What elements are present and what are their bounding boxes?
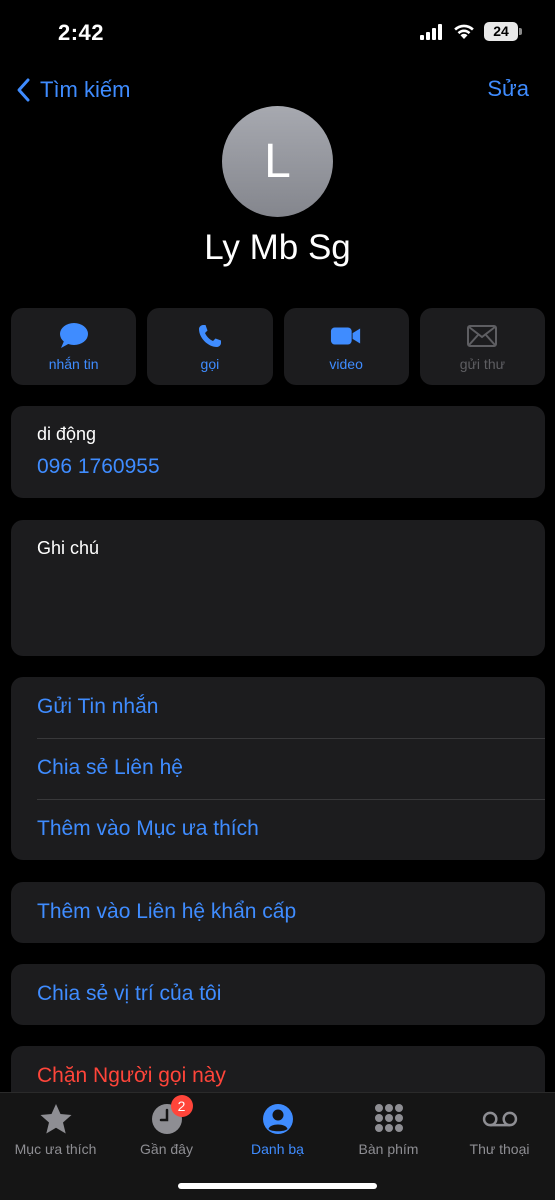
tab-recents-label: Gần đây	[140, 1141, 193, 1157]
add-emergency-contact-button[interactable]: Thêm vào Liên hệ khẩn cấp	[11, 882, 545, 943]
add-emergency-label: Thêm vào Liên hệ khẩn cấp	[37, 900, 297, 923]
tab-keypad[interactable]: Bàn phím	[333, 1101, 444, 1165]
cellular-signal-icon	[420, 24, 442, 40]
battery-indicator: 24	[484, 22, 518, 41]
tab-recents[interactable]: 2 Gần đây	[111, 1095, 222, 1165]
tab-voicemail[interactable]: Thư thoại	[444, 1101, 555, 1165]
avatar: L	[222, 106, 333, 217]
battery-tip	[519, 28, 522, 35]
phone-icon	[194, 322, 226, 350]
share-location-button[interactable]: Chia sẻ vị trí của tôi	[11, 964, 545, 1025]
video-icon	[330, 322, 362, 350]
recents-badge: 2	[170, 1095, 193, 1117]
add-favorite-label: Thêm vào Mục ưa thích	[37, 817, 259, 840]
block-caller-label: Chặn Người gọi này	[37, 1064, 226, 1087]
message-icon	[58, 322, 90, 350]
tab-contacts[interactable]: Danh bạ	[222, 1101, 333, 1165]
keypad-icon	[371, 1101, 407, 1137]
message-label: nhắn tin	[48, 355, 99, 372]
home-indicator	[178, 1183, 377, 1189]
action-buttons: nhắn tin gọi video gửi thư	[11, 308, 545, 385]
send-message-button[interactable]: Gửi Tin nhắn	[11, 677, 545, 738]
call-button[interactable]: gọi	[147, 308, 273, 385]
tab-voicemail-label: Thư thoại	[469, 1141, 530, 1157]
send-message-label: Gửi Tin nhắn	[37, 695, 159, 718]
share-contact-button[interactable]: Chia sẻ Liên hệ	[11, 738, 545, 799]
chevron-left-icon	[17, 78, 30, 102]
back-label: Tìm kiếm	[40, 77, 131, 102]
video-button[interactable]: video	[283, 308, 409, 385]
share-contact-label: Chia sẻ Liên hệ	[37, 756, 183, 779]
tab-favorites[interactable]: Mục ưa thích	[0, 1101, 111, 1165]
add-favorite-button[interactable]: Thêm vào Mục ưa thích	[11, 799, 545, 860]
share-location-label: Chia sẻ vị trí của tôi	[37, 982, 222, 1005]
tab-contacts-label: Danh bạ	[251, 1141, 304, 1157]
call-label: gọi	[200, 355, 220, 372]
wifi-icon	[454, 24, 474, 39]
back-button[interactable]: Tìm kiếm	[14, 74, 130, 106]
star-icon	[38, 1101, 74, 1137]
status-time: 2:42	[58, 20, 105, 45]
phone-type-label: di động	[37, 424, 97, 444]
voicemail-icon	[482, 1101, 518, 1137]
edit-button[interactable]: Sửa	[487, 76, 529, 102]
video-label: video	[329, 355, 363, 372]
clock-icon: 2	[149, 1095, 193, 1137]
person-circle-icon	[260, 1101, 296, 1137]
phone-card: di động 096 1760955	[11, 406, 545, 498]
avatar-initial: L	[264, 135, 291, 188]
mail-icon	[466, 322, 498, 350]
contact-name: Ly Mb Sg	[204, 228, 351, 267]
notes-field[interactable]: Ghi chú	[11, 520, 545, 656]
mail-label: gửi thư	[459, 355, 505, 372]
tab-keypad-label: Bàn phím	[358, 1141, 419, 1157]
message-button[interactable]: nhắn tin	[11, 308, 137, 385]
mail-button[interactable]: gửi thư	[419, 308, 545, 385]
options-card: Gửi Tin nhắn Chia sẻ Liên hệ Thêm vào Mụ…	[11, 677, 545, 860]
notes-label: Ghi chú	[37, 538, 100, 558]
status-bar: 2:42 24	[0, 0, 555, 64]
phone-number-link[interactable]: 096 1760955	[37, 455, 160, 479]
tab-favorites-label: Mục ưa thích	[14, 1141, 97, 1157]
